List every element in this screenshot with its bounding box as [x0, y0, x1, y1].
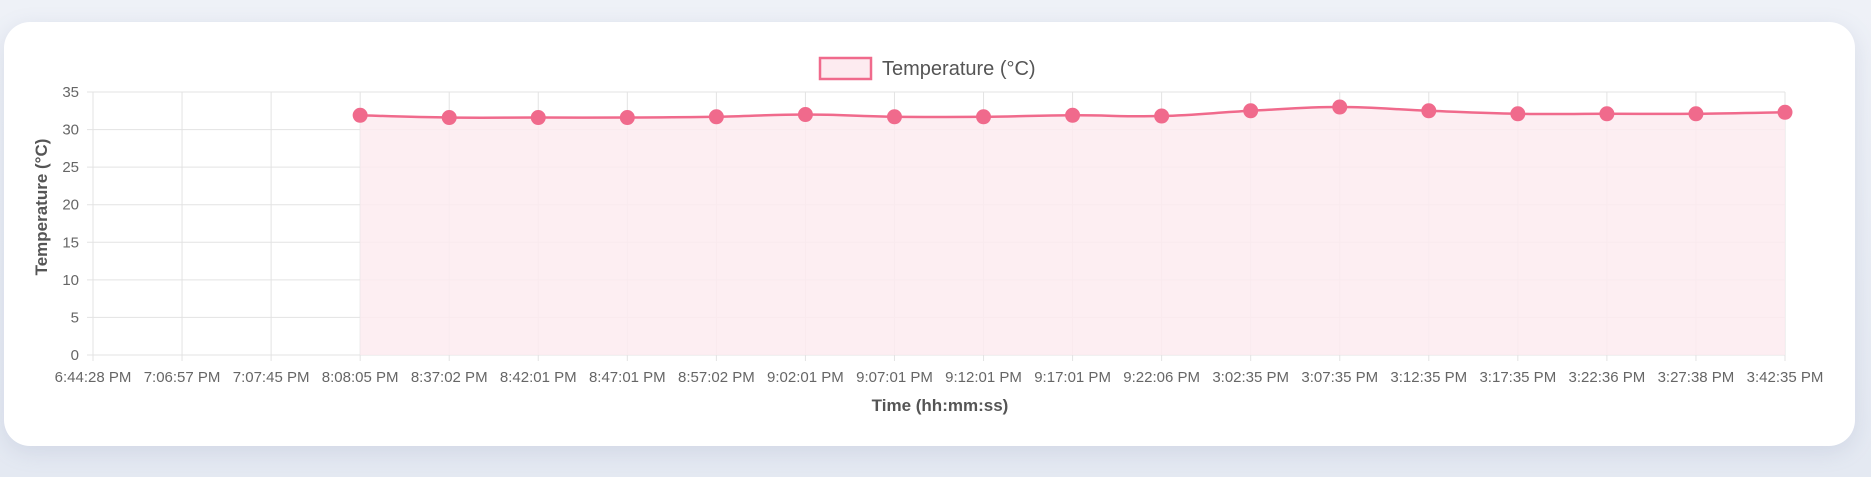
y-tick-label: 10	[62, 272, 79, 289]
x-tick-label: 9:07:01 PM	[856, 369, 933, 386]
x-tick-label: 9:17:01 PM	[1034, 369, 1111, 386]
x-tick-label: 3:07:35 PM	[1301, 369, 1378, 386]
data-point[interactable]	[619, 110, 635, 126]
data-point[interactable]	[1332, 99, 1348, 115]
x-tick-label: 3:27:38 PM	[1658, 369, 1735, 386]
legend[interactable]: Temperature (°C)	[818, 56, 1036, 81]
data-point[interactable]	[976, 109, 992, 125]
y-tick-label: 0	[71, 347, 79, 364]
x-tick-label: 8:42:01 PM	[500, 369, 577, 386]
x-tick-label: 3:12:35 PM	[1390, 369, 1467, 386]
x-tick-label: 9:02:01 PM	[767, 369, 844, 386]
x-tick-label: 7:06:57 PM	[144, 369, 221, 386]
area-fill	[360, 107, 1785, 356]
y-tick-label: 25	[62, 159, 79, 176]
data-point[interactable]	[1688, 106, 1704, 122]
legend-swatch[interactable]	[818, 56, 873, 81]
x-tick-label: 3:42:35 PM	[1747, 369, 1824, 386]
data-point[interactable]	[1065, 107, 1081, 123]
y-tick-label: 30	[62, 122, 79, 139]
y-axis-ticks: 0 5 10 15 20 25 30 35	[62, 84, 79, 364]
x-tick-label: 7:07:45 PM	[233, 369, 310, 386]
data-point[interactable]	[1154, 108, 1170, 124]
data-point[interactable]	[797, 107, 813, 123]
x-axis-title: Time (hh:mm:ss)	[872, 396, 1009, 415]
x-tick-label: 9:12:01 PM	[945, 369, 1022, 386]
x-tick-label: 9:22:06 PM	[1123, 369, 1200, 386]
y-tick-label: 5	[71, 309, 79, 326]
x-tick-label: 3:17:35 PM	[1479, 369, 1556, 386]
data-point[interactable]	[1421, 103, 1437, 119]
x-tick-label: 8:47:01 PM	[589, 369, 666, 386]
x-axis-ticks: 6:44:28 PM 7:06:57 PM 7:07:45 PM 8:08:05 PM…	[55, 369, 1824, 386]
x-tick-label: 3:22:36 PM	[1569, 369, 1646, 386]
y-axis-title: Temperature (°C)	[32, 139, 51, 276]
data-point[interactable]	[1599, 106, 1615, 122]
temperature-line-chart: 0 5 10 15 20 25 30 35 6:44:28 PM 7:06:57 PM 7:07:…	[32, 56, 1824, 415]
area-fill-layer	[360, 107, 1785, 356]
data-point[interactable]	[352, 107, 368, 123]
data-point[interactable]	[1510, 106, 1526, 122]
x-tick-label: 6:44:28 PM	[55, 369, 132, 386]
data-point[interactable]	[886, 109, 902, 125]
x-tick-label: 8:57:02 PM	[678, 369, 755, 386]
data-point[interactable]	[1243, 103, 1259, 119]
x-tick-label: 8:08:05 PM	[322, 369, 399, 386]
data-point[interactable]	[441, 110, 457, 126]
data-point[interactable]	[530, 110, 546, 126]
y-tick-label: 35	[62, 84, 79, 101]
x-tick-label: 3:02:35 PM	[1212, 369, 1289, 386]
data-point[interactable]	[1777, 104, 1793, 120]
y-tick-label: 15	[62, 234, 79, 251]
x-tick-label: 8:37:02 PM	[411, 369, 488, 386]
data-point[interactable]	[708, 109, 724, 125]
y-tick-label: 20	[62, 197, 79, 214]
legend-label[interactable]: Temperature (°C)	[882, 58, 1036, 80]
